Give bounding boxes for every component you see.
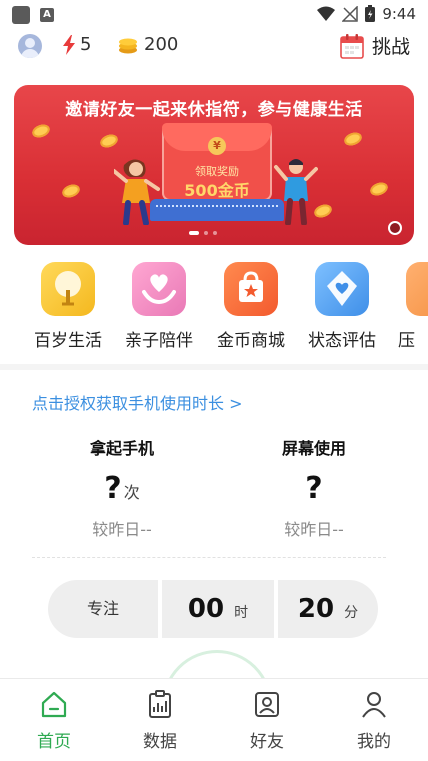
quick-link-partial[interactable]: 压 — [370, 262, 428, 351]
quick-link-longevity[interactable]: 百岁生活 — [28, 262, 108, 351]
tab-label: 好友 — [250, 732, 284, 752]
partial-icon — [406, 262, 428, 316]
carousel-indicator — [189, 231, 217, 235]
stage-platform — [150, 199, 284, 221]
quick-link-coin-mall[interactable]: 金币商城 — [211, 262, 291, 351]
avatar[interactable] — [18, 34, 42, 58]
tab-home[interactable]: 首页 — [14, 689, 94, 752]
energy-counter[interactable]: 5 — [62, 34, 91, 55]
notification-app-icon — [12, 6, 30, 24]
screen-title: 屏幕使用 — [281, 439, 346, 458]
coin-decoration-icon — [342, 130, 364, 148]
focus-minutes[interactable]: 20 分 — [278, 580, 378, 638]
focus-timer[interactable]: 专注 00 时 20 分 — [48, 580, 378, 638]
lightning-icon — [63, 34, 75, 55]
status-right: 9:44 — [316, 5, 416, 23]
top-bar: 5 200 挑战 — [0, 30, 428, 76]
home-icon — [41, 691, 67, 718]
banner-headline: 邀请好友一起来休指符，参与健康生活 — [65, 100, 363, 120]
dashed-divider — [32, 557, 386, 558]
profile-icon — [362, 692, 386, 718]
pickup-stat: 拿起手机 ? 次 较昨日-- — [52, 435, 192, 540]
status-bar: A 9:44 — [0, 0, 428, 30]
pickup-compare: 较昨日-- — [92, 520, 152, 539]
pickup-unit: 次 — [123, 483, 140, 502]
seal-icon: ¥ — [208, 137, 226, 155]
tab-label: 首页 — [37, 732, 71, 752]
quick-link-parenting[interactable]: 亲子陪伴 — [119, 262, 199, 351]
energy-count: 5 — [80, 34, 92, 55]
data-clipboard-icon — [149, 690, 171, 718]
coin-decoration-icon — [98, 132, 120, 150]
invite-banner[interactable]: 邀请好友一起来休指符，参与健康生活 ¥ 领取奖励 500金币 — [14, 85, 414, 245]
coin-decoration-icon — [368, 180, 390, 198]
envelope-reward: 500金币 — [184, 181, 250, 200]
carousel-toggle[interactable] — [388, 221, 402, 235]
focus-minutes-unit: 分 — [344, 605, 359, 621]
coin-decoration-icon — [30, 122, 52, 140]
quick-link-label: 压 — [398, 331, 415, 351]
shopping-bag-icon — [224, 262, 278, 316]
shield-heart-icon — [315, 262, 369, 316]
friends-icon — [255, 692, 279, 717]
coin-stack-icon — [119, 38, 137, 53]
tab-friends[interactable]: 好友 — [227, 689, 307, 752]
signal-icon — [342, 6, 359, 22]
tab-label: 我的 — [357, 732, 391, 752]
tree-icon — [41, 262, 95, 316]
screen-stat: 屏幕使用 ? 较昨日-- — [244, 435, 384, 540]
tab-data[interactable]: 数据 — [120, 689, 200, 752]
tab-label: 数据 — [143, 732, 177, 752]
focus-label[interactable]: 专注 — [48, 580, 158, 638]
quick-link-label: 亲子陪伴 — [125, 331, 193, 351]
red-envelope: ¥ 领取奖励 500金币 — [162, 123, 272, 201]
battery-icon — [365, 5, 376, 22]
calendar-icon — [340, 33, 364, 59]
wifi-icon — [317, 6, 336, 21]
focus-hours[interactable]: 00 时 — [162, 580, 274, 638]
clock-time: 9:44 — [382, 5, 416, 23]
focus-hours-value: 00 — [187, 594, 225, 624]
challenge-button[interactable]: 挑战 — [340, 32, 410, 59]
focus-minutes-value: 20 — [297, 594, 335, 624]
challenge-label: 挑战 — [371, 36, 410, 58]
quick-links: 百岁生活 亲子陪伴 金币商城 状态评估 压 — [0, 262, 428, 362]
pickup-value: ? 次 — [52, 471, 192, 506]
heart-hands-icon — [132, 262, 186, 316]
focus-hours-unit: 时 — [234, 605, 249, 621]
screen-count: ? — [305, 471, 323, 506]
screen-value: ? — [244, 471, 384, 506]
coin-count: 200 — [144, 34, 179, 55]
tab-mine[interactable]: 我的 — [334, 689, 414, 752]
section-divider — [0, 364, 428, 370]
man-figure-icon — [274, 159, 318, 225]
bottom-tab-bar: 首页 数据 好友 我的 — [0, 678, 428, 761]
font-app-icon: A — [40, 8, 54, 22]
status-left-icons: A — [12, 6, 54, 24]
permission-link[interactable]: 点击授权获取手机使用时长 > — [32, 390, 243, 414]
quick-link-label: 金币商城 — [217, 331, 285, 351]
quick-link-label: 百岁生活 — [34, 331, 102, 351]
coin-counter[interactable]: 200 — [118, 34, 178, 55]
pickup-title: 拿起手机 — [89, 439, 154, 458]
pickup-count: ? — [104, 471, 122, 506]
screen-compare: 较昨日-- — [284, 520, 344, 539]
coin-decoration-icon — [60, 182, 82, 200]
